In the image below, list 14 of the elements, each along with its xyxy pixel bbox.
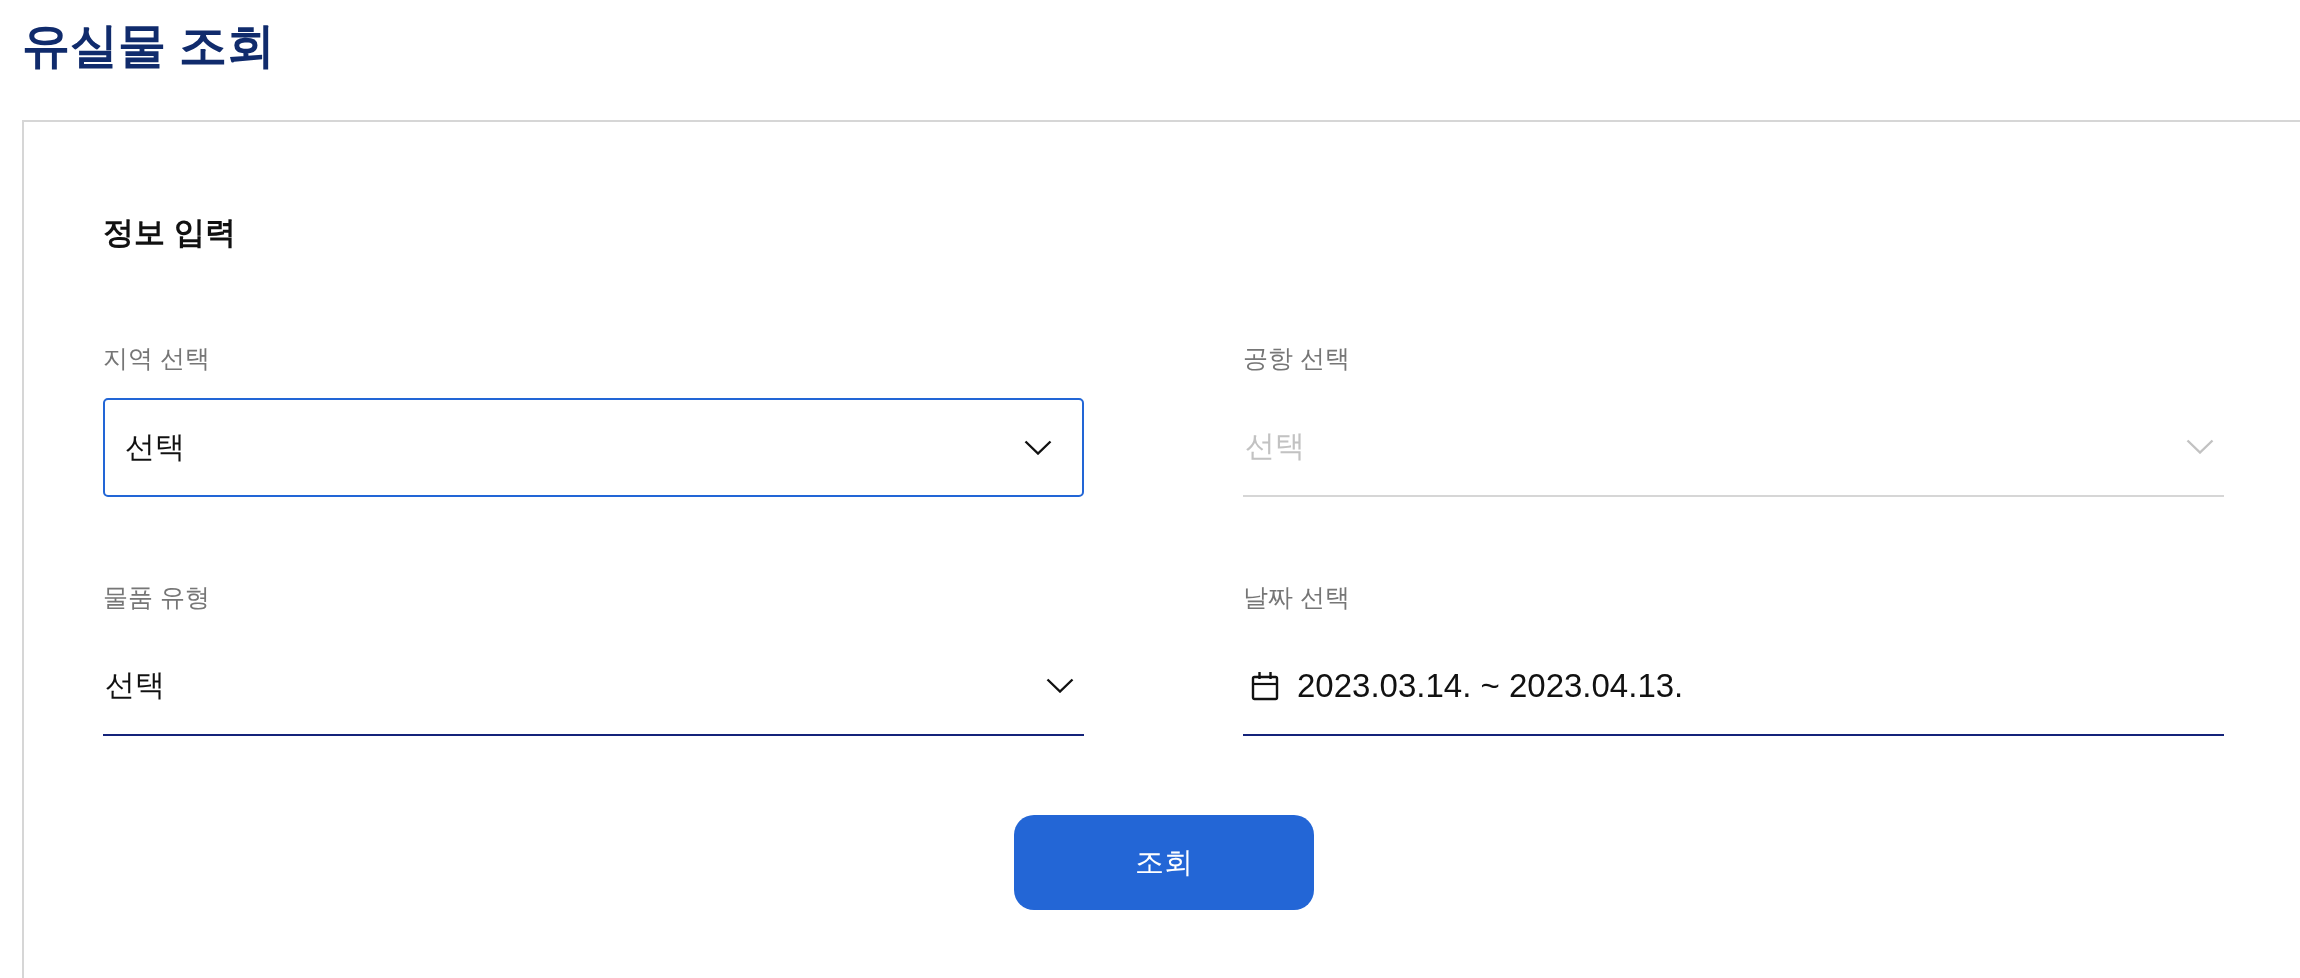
date-range-field[interactable]: 2023.03.14. ~ 2023.04.13. <box>1243 637 2224 736</box>
search-button[interactable]: 조회 <box>1013 815 1314 910</box>
dropdown-field[interactable]: 선택 <box>103 637 1084 736</box>
chevron-down-icon <box>1046 678 1074 693</box>
page-title: 유실물 조회 <box>22 18 276 74</box>
chevron-down-icon <box>2186 439 2214 454</box>
calendar-icon <box>1251 670 1279 701</box>
section-heading: 정보 입력 <box>103 214 236 252</box>
field-label: 지역 선택 <box>103 343 210 374</box>
chevron-down-icon <box>1024 440 1052 455</box>
field-label: 물품 유형 <box>103 582 210 613</box>
dropdown-field[interactable]: 선택 <box>103 398 1084 497</box>
field-label: 공항 선택 <box>1243 343 1350 374</box>
field-label: 날짜 선택 <box>1243 582 1350 613</box>
